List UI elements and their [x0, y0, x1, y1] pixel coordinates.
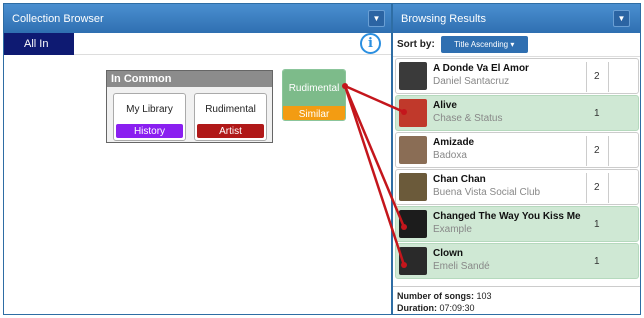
album-art	[399, 247, 427, 275]
song-title: Changed The Way You Kiss Me	[433, 211, 581, 222]
sort-row: Sort by: Title Ascending ▾	[393, 33, 640, 57]
song-artist: Example	[433, 224, 472, 235]
song-count: 2	[594, 182, 600, 193]
song-artist: Chase & Status	[433, 113, 503, 124]
library-tag-history[interactable]: History	[116, 124, 183, 138]
in-common-box: In Common My Library History Rudimental …	[106, 70, 273, 143]
library-card-rudimental[interactable]: Rudimental Artist	[194, 93, 267, 141]
divider	[586, 136, 587, 166]
collection-dropdown-button[interactable]: ▼	[368, 10, 385, 27]
song-title: A Donde Va El Amor	[433, 63, 529, 74]
song-title: Clown	[433, 248, 463, 259]
similar-tag[interactable]: Similar	[283, 106, 345, 120]
album-art	[399, 99, 427, 127]
song-row[interactable]: Chan Chan Buena Vista Social Club 2	[395, 169, 639, 205]
song-title: Chan Chan	[433, 174, 486, 185]
song-row[interactable]: Amizade Badoxa 2	[395, 132, 639, 168]
songs-label: Number of songs:	[397, 291, 475, 301]
collection-tabs: All In i	[4, 33, 391, 55]
song-count: 1	[594, 256, 600, 267]
song-artist: Badoxa	[433, 150, 467, 161]
sort-dropdown[interactable]: Title Ascending ▾	[440, 36, 528, 53]
rudimental-node-label: Rudimental	[283, 70, 345, 106]
songs-value: 103	[476, 291, 492, 301]
song-count-summary: Number of songs: 103	[397, 290, 636, 302]
song-count: 1	[594, 108, 600, 119]
browsing-results-panel: Browsing Results ▼ Sort by: Title Ascend…	[392, 3, 641, 315]
library-tag-artist[interactable]: Artist	[197, 124, 264, 138]
duration-label: Duration:	[397, 303, 437, 313]
album-art	[399, 62, 427, 90]
album-art	[399, 136, 427, 164]
collection-browser-panel: Collection Browser ▼ All In i In Common …	[3, 3, 392, 315]
tab-all-in-label: All In	[24, 38, 49, 50]
song-artist: Daniel Santacruz	[433, 76, 510, 87]
caret-down-icon: ▼	[617, 14, 626, 23]
divider	[608, 62, 609, 92]
duration-summary: Duration: 07:09:30	[397, 302, 636, 314]
song-row[interactable]: Clown Emeli Sandé 1	[395, 243, 639, 279]
divider	[586, 173, 587, 203]
song-title: Amizade	[433, 137, 475, 148]
song-count: 2	[594, 145, 600, 156]
album-art	[399, 173, 427, 201]
song-artist: Buena Vista Social Club	[433, 187, 541, 198]
song-row[interactable]: Changed The Way You Kiss Me Example 1	[395, 206, 639, 242]
results-footer: Number of songs: 103 Duration: 07:09:30	[393, 286, 640, 314]
song-row[interactable]: Alive Chase & Status 1	[395, 95, 639, 131]
collection-browser-title: Collection Browser	[12, 12, 104, 25]
browsing-dropdown-button[interactable]: ▼	[613, 10, 630, 27]
divider	[608, 136, 609, 166]
browsing-results-header: Browsing Results ▼	[393, 4, 640, 33]
library-card-my-library[interactable]: My Library History	[113, 93, 186, 141]
duration-value: 07:09:30	[439, 303, 475, 313]
info-icon[interactable]: i	[360, 33, 381, 54]
sort-label: Sort by:	[397, 39, 435, 50]
library-name: Rudimental	[205, 104, 256, 115]
divider	[586, 62, 587, 92]
song-count: 1	[594, 219, 600, 230]
divider	[608, 173, 609, 203]
caret-down-icon: ▼	[372, 14, 381, 23]
song-list: A Donde Va El Amor Daniel Santacruz 2 Al…	[393, 57, 640, 287]
collection-browser-header: Collection Browser ▼	[4, 4, 391, 33]
in-common-title: In Common	[107, 71, 272, 87]
album-art	[399, 210, 427, 238]
browsing-results-title: Browsing Results	[401, 12, 486, 25]
song-row[interactable]: A Donde Va El Amor Daniel Santacruz 2	[395, 58, 639, 94]
song-title: Alive	[433, 100, 457, 111]
rudimental-node[interactable]: Rudimental Similar	[282, 69, 346, 121]
song-artist: Emeli Sandé	[433, 261, 490, 272]
library-name: My Library	[126, 104, 173, 115]
song-count: 2	[594, 71, 600, 82]
tab-all-in[interactable]: All In	[4, 33, 74, 55]
